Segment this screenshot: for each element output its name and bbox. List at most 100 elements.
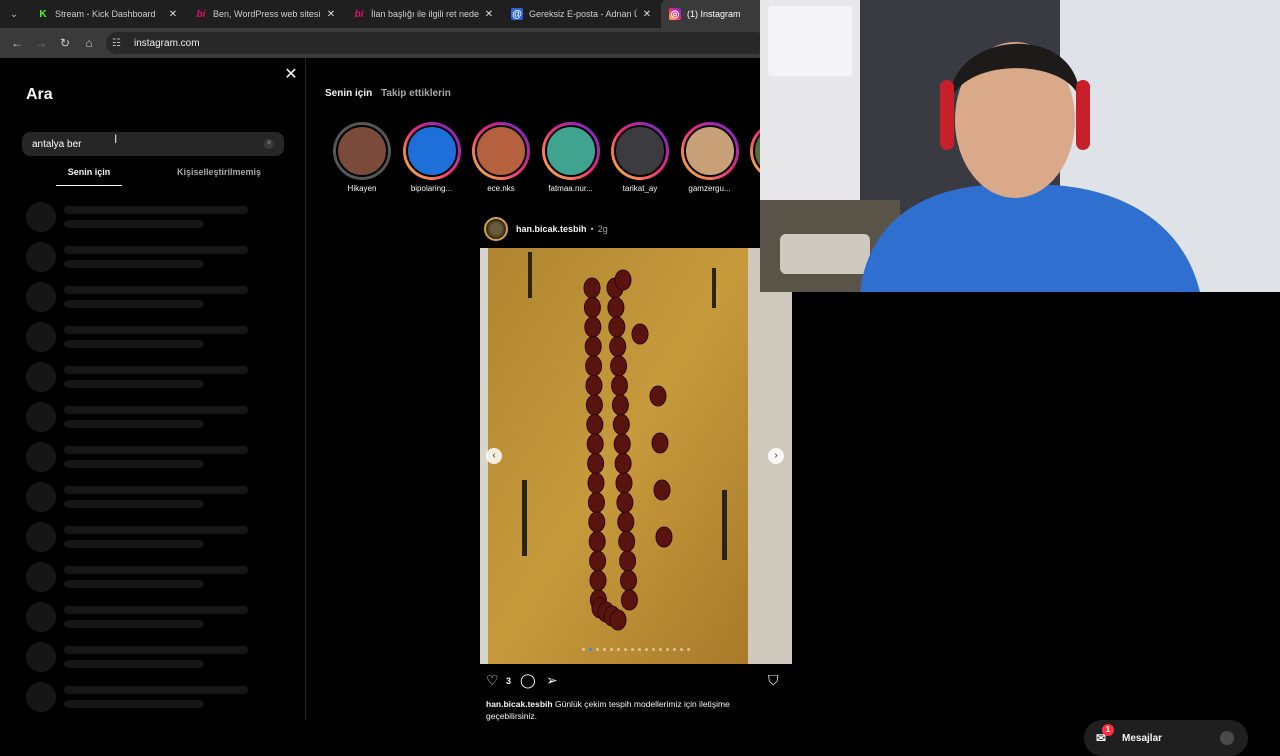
bead bbox=[617, 511, 635, 533]
address-bar[interactable]: ☷ instagram.com bbox=[106, 32, 766, 54]
close-icon[interactable]: ✕ bbox=[167, 9, 179, 20]
mail-icon: @ bbox=[511, 8, 523, 20]
avatar bbox=[753, 125, 760, 177]
webcam-feed bbox=[760, 0, 1280, 292]
avatar bbox=[405, 125, 458, 177]
story-item[interactable]: Hikayen bbox=[330, 122, 394, 193]
placeholder-line bbox=[64, 300, 204, 308]
placeholder-line bbox=[64, 540, 204, 548]
loading-placeholder-row bbox=[26, 480, 286, 520]
back-icon[interactable]: ← bbox=[6, 32, 28, 54]
carousel-dot bbox=[680, 648, 683, 651]
feed-tabs: Senin için Takip ettiklerin bbox=[325, 88, 457, 99]
tab-senin-icin[interactable]: Senin için bbox=[56, 162, 122, 186]
story-ring bbox=[680, 122, 739, 180]
post-time-separator: • bbox=[590, 224, 594, 234]
close-icon[interactable]: ✕ bbox=[483, 9, 495, 20]
tab-for-you[interactable]: Senin için bbox=[325, 88, 372, 99]
loading-placeholder-row bbox=[26, 280, 286, 320]
search-subtabs: Senin için Kişiselleştirilmemiş bbox=[0, 162, 306, 186]
close-icon[interactable]: ✕ bbox=[282, 66, 300, 84]
carousel-dot bbox=[652, 648, 655, 651]
bead bbox=[613, 433, 631, 455]
placeholder-line bbox=[64, 580, 204, 588]
placeholder-avatar bbox=[26, 442, 56, 472]
bead bbox=[612, 414, 630, 435]
loading-placeholder-row bbox=[26, 320, 286, 360]
bead bbox=[583, 277, 601, 299]
forward-icon[interactable]: → bbox=[30, 32, 52, 54]
story-item[interactable]: fatmaa.nur... bbox=[539, 122, 603, 193]
close-icon[interactable]: ✕ bbox=[641, 9, 653, 20]
placeholder-line bbox=[64, 566, 248, 574]
bead bbox=[584, 336, 602, 357]
caption-username[interactable]: han.bicak.tesbih bbox=[486, 699, 553, 709]
bead bbox=[614, 453, 632, 474]
messenger-icon: ✉ 1 bbox=[1096, 724, 1114, 746]
bookmark-icon[interactable]: ⛉ bbox=[768, 672, 779, 689]
search-input-container[interactable]: ✕ bbox=[22, 132, 284, 156]
comment-icon[interactable]: ◯ bbox=[520, 672, 536, 689]
post-username[interactable]: han.bicak.tesbih bbox=[516, 224, 587, 234]
share-icon[interactable]: ➢ bbox=[546, 672, 558, 689]
heart-icon[interactable]: ♡ bbox=[486, 672, 499, 689]
story-item[interactable]: ece.nks bbox=[469, 122, 533, 193]
home-icon[interactable]: ⌂ bbox=[78, 32, 100, 54]
bead bbox=[586, 414, 604, 435]
carousel-dot bbox=[617, 648, 620, 651]
bead bbox=[614, 269, 632, 291]
bead bbox=[609, 609, 627, 631]
tab-kick[interactable]: K Stream - Kick Dashboard ✕ bbox=[29, 0, 187, 28]
tab-ilan[interactable]: bi İlan başlığı ile ilgili ret nedenleri… bbox=[345, 0, 503, 28]
story-item[interactable]: bipolaring... bbox=[400, 122, 464, 193]
tab-search-button[interactable]: ⌄ bbox=[3, 3, 25, 25]
placeholder-line bbox=[64, 286, 248, 294]
bionluk-icon: bi bbox=[354, 8, 364, 20]
placeholder-line bbox=[64, 606, 248, 614]
bionluk-icon: bi bbox=[196, 8, 206, 20]
bead bbox=[583, 297, 601, 318]
chevron-right-icon[interactable]: › bbox=[768, 448, 784, 464]
loading-placeholder-row bbox=[26, 520, 286, 560]
bead bbox=[609, 336, 627, 357]
story-item[interactable]: tarikat_ay bbox=[608, 122, 672, 193]
bead bbox=[611, 375, 628, 396]
clear-search-icon[interactable]: ✕ bbox=[264, 139, 274, 149]
placeholder-line bbox=[64, 526, 248, 534]
bead bbox=[620, 589, 638, 611]
placeholder-avatar bbox=[26, 242, 56, 272]
avatar[interactable] bbox=[484, 217, 508, 241]
tab-title: Stream - Kick Dashboard bbox=[55, 9, 156, 19]
chevron-left-icon[interactable]: ‹ bbox=[486, 448, 502, 464]
avatar bbox=[683, 125, 736, 177]
bead bbox=[587, 472, 605, 494]
messages-button[interactable]: ✉ 1 Mesajlar bbox=[1084, 720, 1248, 756]
close-icon[interactable]: ✕ bbox=[325, 9, 337, 20]
bead bbox=[607, 297, 625, 318]
story-item[interactable]: gamzergu... bbox=[678, 122, 742, 193]
placeholder-line bbox=[64, 620, 204, 628]
bead bbox=[655, 526, 673, 548]
search-input[interactable] bbox=[32, 138, 252, 150]
avatar bbox=[475, 125, 527, 177]
carousel-dot bbox=[589, 648, 592, 651]
bead bbox=[631, 323, 649, 345]
tab-mail[interactable]: @ Gereksiz E-posta - Adnan Ümmet ✕ bbox=[503, 0, 661, 28]
story-ring bbox=[333, 122, 391, 180]
tab-following[interactable]: Takip ettiklerin bbox=[381, 88, 451, 99]
webcam-overlay bbox=[760, 0, 1280, 292]
story-item[interactable]: m bbox=[747, 122, 760, 193]
tab-kisisellestirilmemis[interactable]: Kişiselleştirilmemiş bbox=[170, 162, 268, 186]
post-image[interactable]: ‹ › bbox=[480, 248, 792, 664]
reload-icon[interactable]: ↻ bbox=[54, 32, 76, 54]
placeholder-line bbox=[64, 206, 248, 214]
bead bbox=[585, 394, 603, 416]
story-username: ece.nks bbox=[487, 184, 515, 193]
placeholder-line bbox=[64, 220, 204, 228]
site-settings-icon[interactable]: ☷ bbox=[112, 38, 128, 49]
bead bbox=[610, 355, 628, 377]
bead bbox=[584, 316, 602, 338]
loading-placeholder-row bbox=[26, 200, 286, 240]
tab-wordpress[interactable]: bi Ben, WordPress web sitesi yapıyorum ✕ bbox=[187, 0, 345, 28]
tesbih-photo bbox=[480, 248, 792, 664]
